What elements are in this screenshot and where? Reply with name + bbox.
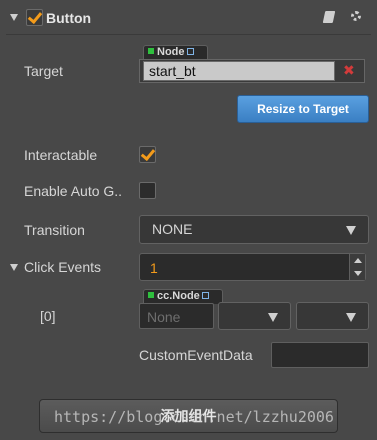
arrow-down-icon	[354, 271, 362, 276]
increment-button[interactable]	[349, 254, 365, 267]
chevron-down-icon	[346, 226, 356, 235]
event-index-label: [0]	[40, 308, 56, 324]
external-link-icon[interactable]	[186, 48, 194, 55]
node-tag-label: Node	[157, 46, 185, 58]
custom-event-data-label: CustomEventData	[139, 347, 253, 363]
event-node-placeholder: None	[147, 309, 181, 325]
external-link-icon[interactable]	[201, 292, 209, 299]
chevron-down-icon	[346, 313, 356, 322]
transition-label: Transition	[24, 222, 85, 238]
node-green-icon	[148, 292, 154, 298]
click-events-collapse-icon[interactable]	[10, 264, 18, 271]
transition-select[interactable]: NONE	[139, 215, 369, 244]
decrement-button[interactable]	[349, 267, 365, 280]
gear-icon[interactable]	[351, 11, 361, 21]
checkmark-icon	[27, 8, 43, 25]
component-header: Button	[0, 0, 377, 34]
target-label: Target	[24, 63, 63, 79]
custom-event-data-input[interactable]	[271, 342, 369, 368]
enable-auto-gray-checkbox[interactable]	[139, 182, 156, 199]
interactable-label: Interactable	[24, 147, 98, 163]
node-type-tag: Node	[143, 45, 208, 60]
chevron-down-icon	[268, 313, 278, 322]
event-node-tag-label: cc.Node	[157, 290, 200, 302]
node-green-icon	[148, 48, 154, 54]
component-title: Button	[46, 10, 92, 26]
click-events-count: 1	[150, 260, 158, 276]
interactable-checkbox[interactable]	[139, 145, 156, 163]
header-divider	[6, 34, 371, 35]
arrow-up-icon	[354, 258, 362, 263]
clear-target-icon[interactable]: ✖	[343, 62, 355, 79]
target-node-field[interactable]: start_bt	[143, 61, 335, 81]
resize-to-target-button[interactable]: Resize to Target	[237, 95, 369, 123]
click-events-count-field[interactable]: 1	[139, 253, 366, 281]
transition-value: NONE	[152, 221, 193, 237]
click-events-label: Click Events	[24, 259, 102, 275]
event-node-field[interactable]: None	[139, 303, 214, 329]
event-node-type-tag: cc.Node	[143, 289, 223, 304]
enable-auto-gray-label: Enable Auto G..	[24, 183, 123, 199]
add-component-button[interactable]: 添加组件	[39, 399, 338, 433]
help-book-icon[interactable]	[322, 11, 336, 23]
component-enabled-checkbox[interactable]	[26, 8, 43, 26]
collapse-triangle-icon[interactable]	[10, 14, 18, 21]
checkmark-icon	[140, 145, 156, 162]
event-component-select[interactable]	[218, 302, 291, 330]
event-handler-select[interactable]	[296, 302, 369, 330]
